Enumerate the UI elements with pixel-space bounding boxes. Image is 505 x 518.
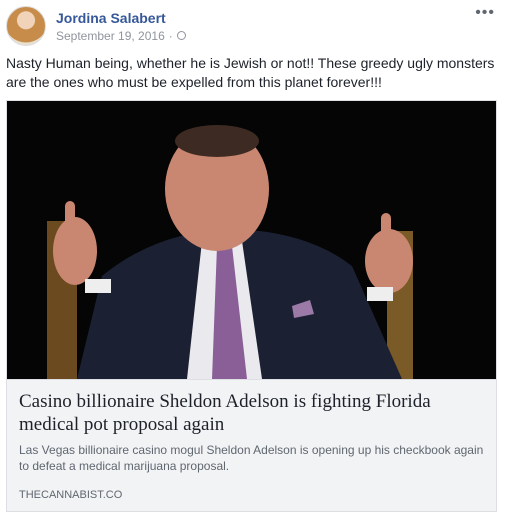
globe-icon <box>176 31 186 40</box>
more-options-icon[interactable]: ••• <box>475 4 495 22</box>
link-preview-card[interactable]: Casino billionaire Sheldon Adelson is fi… <box>6 100 497 512</box>
post-subline: September 19, 2016 · <box>56 28 186 44</box>
link-description: Las Vegas billionaire casino mogul Sheld… <box>19 443 484 473</box>
link-source: THECANNABIST.CO <box>19 489 123 501</box>
link-preview-image[interactable] <box>7 101 496 379</box>
post-text: Nasty Human being, whether he is Jewish … <box>6 55 495 90</box>
facebook-post: Jordina Salabert September 19, 2016 · ••… <box>0 0 505 518</box>
link-preview-text[interactable]: Casino billionaire Sheldon Adelson is fi… <box>7 379 496 511</box>
post-header: Jordina Salabert September 19, 2016 · <box>6 4 186 48</box>
post-date[interactable]: September 19, 2016 <box>56 28 165 44</box>
separator-dot: · <box>168 28 173 43</box>
author-name[interactable]: Jordina Salabert <box>56 9 186 27</box>
avatar[interactable] <box>6 6 46 46</box>
post-meta: Jordina Salabert September 19, 2016 · <box>56 9 186 44</box>
link-title[interactable]: Casino billionaire Sheldon Adelson is fi… <box>19 390 484 436</box>
